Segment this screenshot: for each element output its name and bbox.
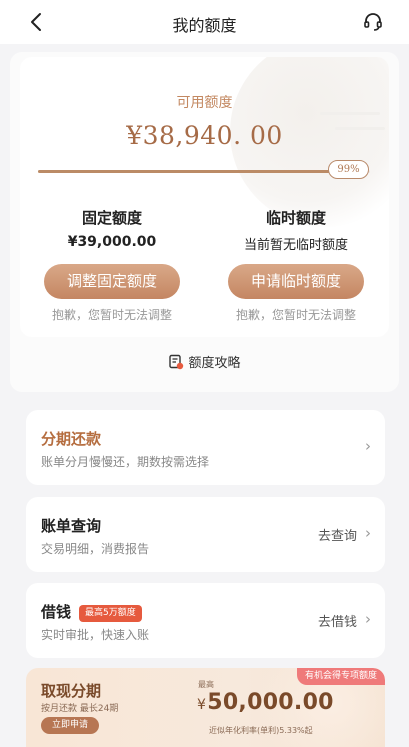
chevron-right-icon: ›: [365, 524, 371, 542]
bill-query-card[interactable]: 账单查询 交易明细，消费报告 去查询 ›: [26, 497, 385, 572]
installment-title: 分期还款: [41, 430, 102, 448]
quota-summary: 可用额度 ¥38,940. 00 99% 固定额度 ¥39,000.00 临时额…: [20, 57, 389, 337]
chevron-right-icon: ›: [365, 610, 371, 628]
fixed-quota-value: ¥39,000.00: [67, 234, 157, 250]
quota-progress-bar: [38, 170, 370, 173]
quota-card: 可用额度 ¥38,940. 00 99% 固定额度 ¥39,000.00 临时额…: [10, 52, 399, 392]
borrow-subtitle: 实时审批，快速入账: [41, 628, 150, 642]
quota-progress-fill: [38, 170, 367, 173]
temp-quota-note: 抱歉，您暂时无法调整: [235, 308, 356, 322]
borrow-money-card[interactable]: 借钱 最高5万额度 实时审批，快速入账 去借钱 ›: [26, 583, 385, 658]
bill-query-subtitle: 交易明细，消费报告: [41, 542, 150, 556]
cash-interest-rate: 近似年化利率(单利)5.33%起: [209, 726, 313, 735]
cash-max-label: 最高: [198, 680, 214, 689]
navigation-bar: 我的额度: [0, 0, 409, 44]
temp-quota-value: 当前暂无临时额度: [243, 238, 348, 253]
cash-amount-value: 50,000.00: [207, 690, 334, 715]
available-quota-label: 可用额度: [176, 95, 233, 111]
apply-temp-quota-button[interactable]: 申请临时额度: [228, 264, 364, 299]
fixed-quota-column: 固定额度 ¥39,000.00: [20, 207, 204, 250]
chevron-right-icon: ›: [365, 437, 371, 455]
fixed-quota-title: 固定额度: [81, 209, 142, 227]
adjust-fixed-quota-button[interactable]: 调整固定额度: [44, 264, 180, 299]
cash-max-amount: ¥50,000.00: [197, 690, 334, 715]
quota-strategy-link[interactable]: 额度攻略: [10, 352, 399, 371]
bill-query-title: 账单查询: [41, 517, 102, 535]
decorative-line: [320, 112, 380, 115]
cash-installment-title: 取现分期: [41, 682, 102, 700]
customer-service-icon[interactable]: [362, 11, 384, 33]
installment-subtitle: 账单分月慢慢还，期数按需选择: [41, 455, 210, 469]
strategy-doc-icon: [169, 354, 184, 370]
quota-progress-badge: 99%: [328, 160, 369, 179]
installment-repayment-card[interactable]: 分期还款 账单分月慢慢还，期数按需选择 ›: [26, 410, 385, 485]
borrow-title: 借钱: [41, 603, 72, 621]
temp-quota-column: 临时额度 当前暂无临时额度: [204, 207, 388, 253]
currency-symbol: ¥: [197, 697, 207, 713]
available-quota-amount: ¥38,940. 00: [126, 121, 283, 150]
fixed-quota-note: 抱歉，您暂时无法调整: [51, 308, 172, 322]
bill-query-action[interactable]: 去查询: [318, 525, 357, 544]
borrow-action[interactable]: 去借钱: [318, 611, 357, 630]
page-title: 我的额度: [172, 16, 237, 35]
quota-strategy-label: 额度攻略: [188, 356, 241, 371]
apply-now-button[interactable]: 立即申请: [41, 717, 99, 734]
temp-quota-title: 临时额度: [265, 209, 326, 227]
max-quota-badge: 最高5万额度: [79, 605, 142, 622]
cash-installment-subtitle: 按月还款 最长24期: [41, 704, 119, 714]
borrow-title-row: 借钱 最高5万额度: [41, 601, 142, 622]
cash-installment-banner[interactable]: 取现分期 按月还款 最长24期 立即申请 最高 ¥50,000.00 近似年化利…: [26, 668, 385, 747]
special-quota-tag: 有机会得专项额度: [296, 668, 385, 685]
